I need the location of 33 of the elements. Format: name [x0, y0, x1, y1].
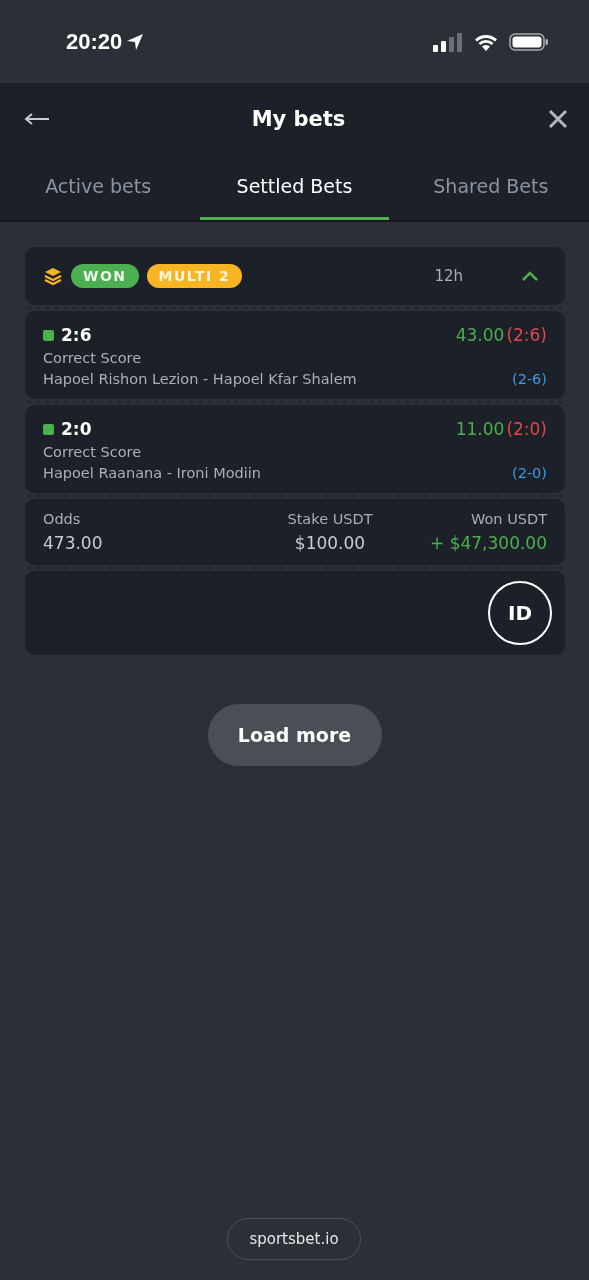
won-badge: WON: [71, 264, 139, 288]
selection-pick: 2:6: [61, 325, 92, 345]
event-name: Hapoel Rishon Lezion - Hapoel Kfar Shalem: [43, 371, 357, 387]
selection-result: (2:0): [506, 419, 547, 439]
back-button[interactable]: [22, 110, 52, 128]
won-amount: + $47,300.00: [430, 533, 547, 553]
bet-age: 12h: [434, 267, 463, 285]
tab[interactable]: Settled Bets: [200, 155, 389, 220]
page-title: My bets: [250, 107, 347, 131]
location-arrow-icon: [126, 32, 145, 51]
multi-badge: MULTI 2: [146, 264, 243, 288]
battery-icon: [509, 31, 549, 52]
tab[interactable]: Active bets: [4, 155, 193, 220]
signal-icon: [433, 31, 463, 52]
id-button[interactable]: ID: [488, 581, 552, 645]
won-label: Won USDT: [471, 511, 547, 527]
load-more-button[interactable]: Load more: [207, 704, 382, 766]
tab[interactable]: Shared Bets: [396, 155, 585, 220]
selection-result: (2:6): [506, 325, 547, 345]
stake-label: Stake USDT: [286, 511, 373, 527]
selection-odds: 43.00: [455, 325, 505, 345]
layers-icon: [43, 266, 63, 286]
odds-label: Odds: [43, 511, 82, 527]
event-name: Hapoel Raanana - Ironi Modiin: [43, 465, 261, 481]
selection-odds: 11.00: [455, 419, 505, 439]
market-name: Correct Score: [43, 350, 142, 366]
status-time: 20:20: [66, 28, 123, 55]
total-odds: 473.00: [43, 533, 104, 553]
market-name: Correct Score: [43, 444, 142, 460]
final-score: (2-6): [512, 371, 547, 387]
stake-amount: $100.00: [293, 533, 366, 553]
selection-pick: 2:0: [61, 419, 92, 439]
final-score: (2-0): [512, 465, 547, 481]
